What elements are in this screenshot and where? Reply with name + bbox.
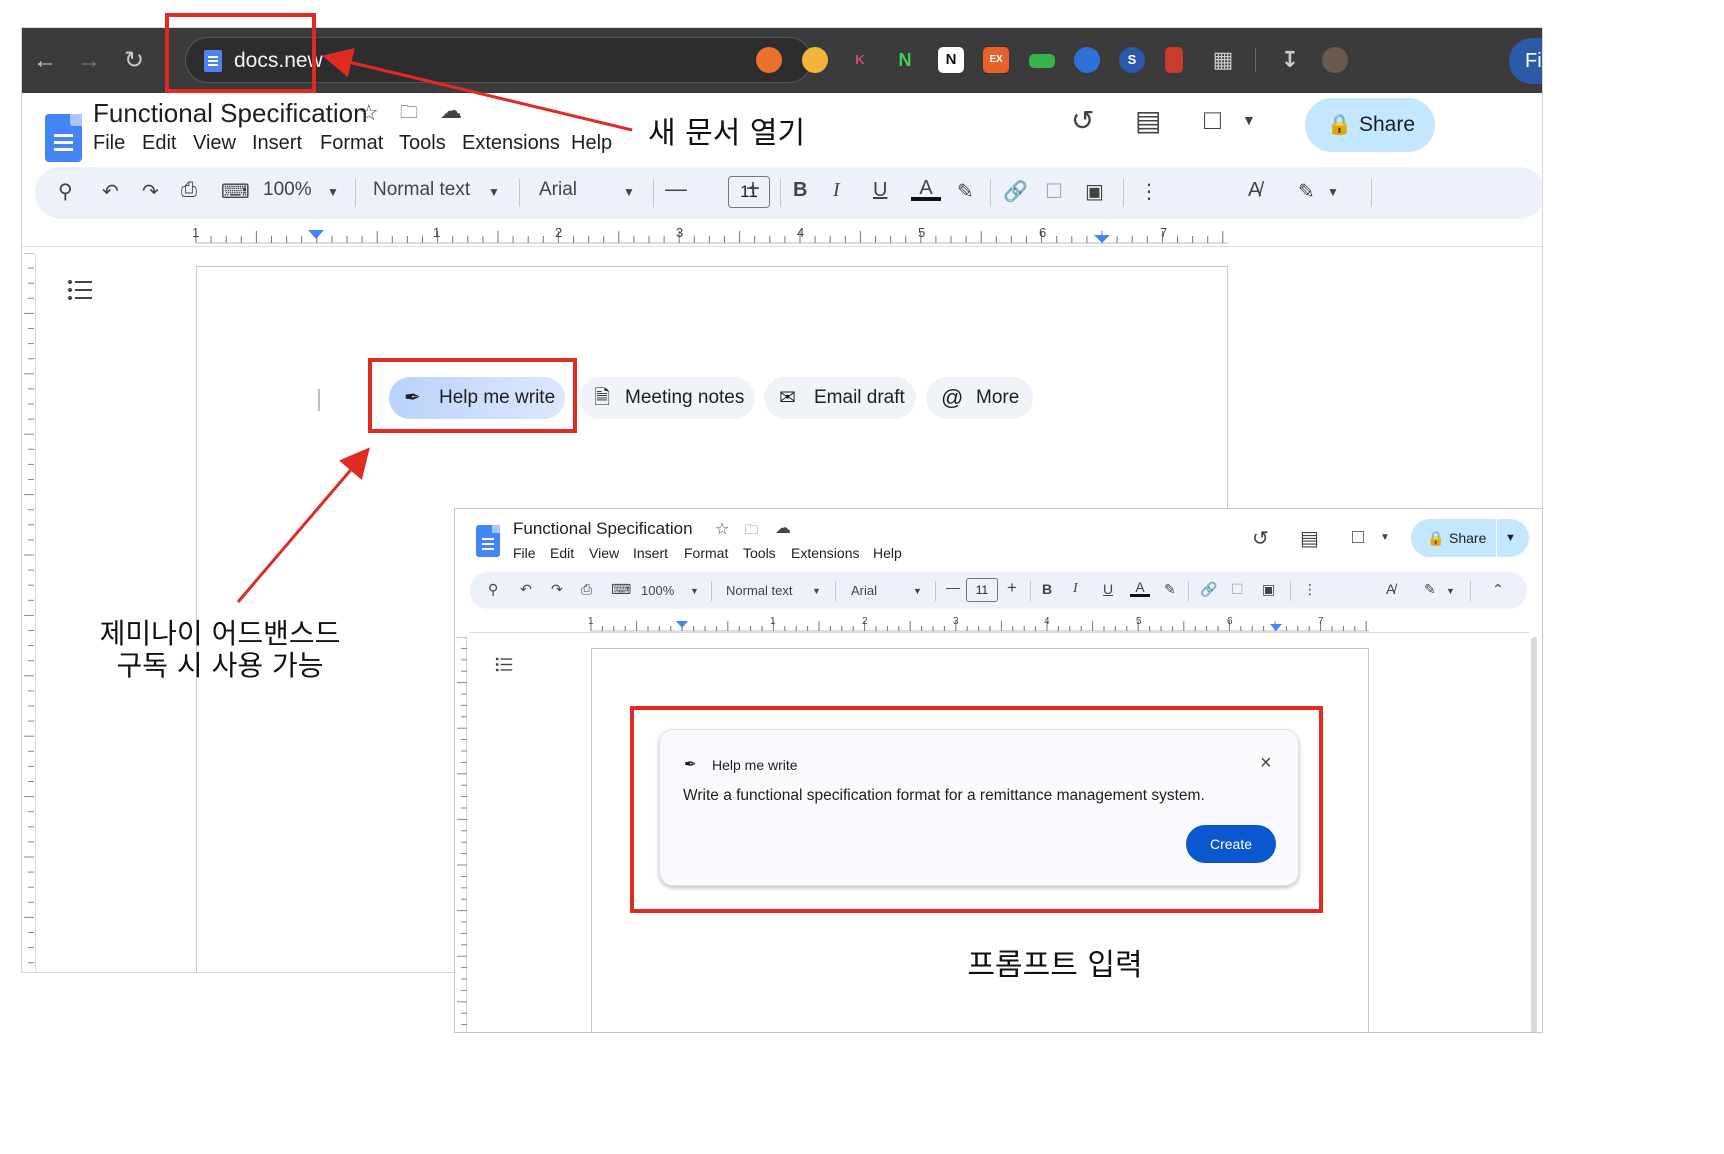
- arrow-to-help-me-write: [236, 447, 370, 603]
- annotation-arrows: [236, 48, 633, 603]
- annotation-gemini-line2: 구독 시 사용 가능: [116, 649, 324, 682]
- annotation-gemini-note: 제미나이 어드밴스드 구독 시 사용 가능: [60, 618, 380, 682]
- annotation-open-new-doc: 새 문서 열기: [648, 116, 806, 151]
- arrow-to-address-bar: [322, 48, 633, 132]
- annotation-prompt-input: 프롬프트 입력: [967, 948, 1143, 983]
- annotation-gemini-line1: 제미나이 어드밴스드: [99, 617, 341, 650]
